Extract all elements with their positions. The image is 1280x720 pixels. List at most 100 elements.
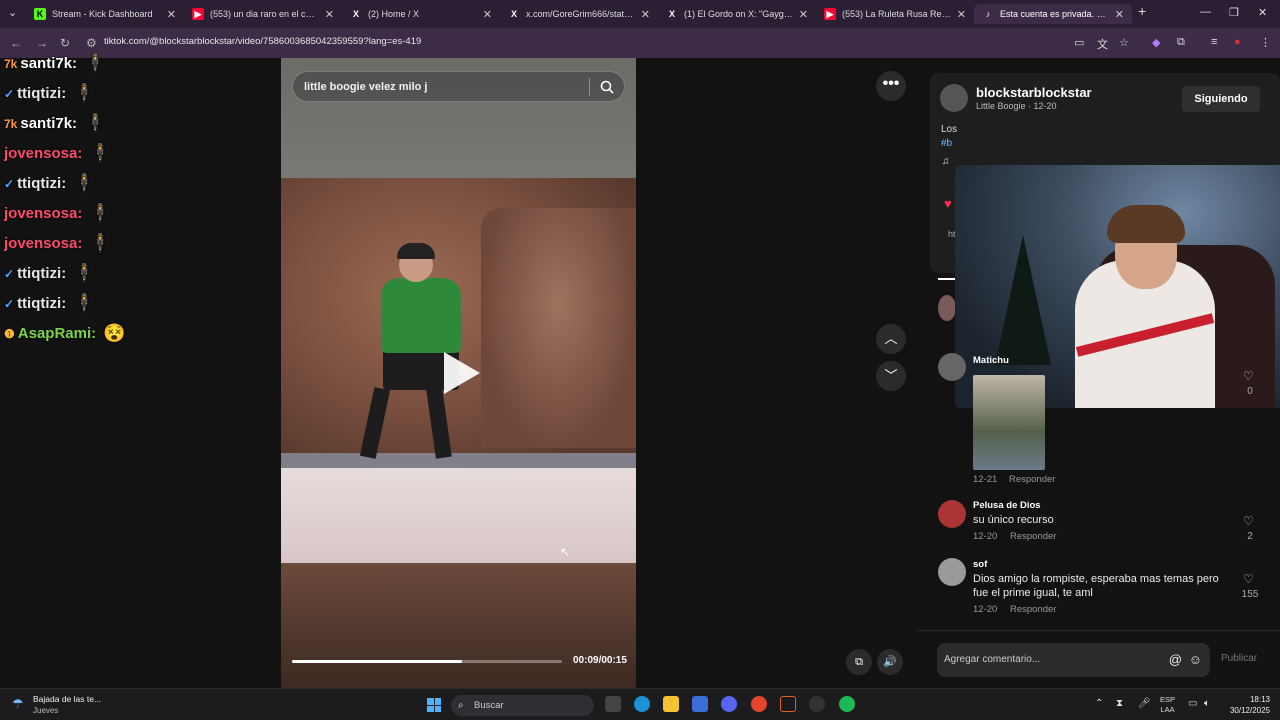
- author-avatar[interactable]: [940, 84, 968, 112]
- edge-icon[interactable]: [634, 696, 650, 712]
- pip-icon[interactable]: ⧉: [846, 649, 872, 675]
- extensions-puzzle-icon[interactable]: ⧉: [1177, 36, 1185, 49]
- more-options-button[interactable]: •••: [876, 71, 906, 101]
- reply-button[interactable]: Responder: [1010, 604, 1056, 615]
- publish-button[interactable]: Publicar: [1221, 653, 1257, 664]
- close-tab-icon[interactable]: ✕: [641, 8, 650, 21]
- microphone-icon[interactable]: 🎤︎: [1138, 698, 1151, 709]
- chat-username[interactable]: jovensosa:: [4, 205, 82, 222]
- video-search-input[interactable]: little boogie velez milo j: [292, 71, 625, 102]
- app-icon[interactable]: [780, 696, 796, 712]
- taskbar-clock[interactable]: 18:13 30/12/2025: [1224, 694, 1270, 716]
- chat-username[interactable]: jovensosa:: [4, 145, 82, 162]
- weather-icon[interactable]: ☂: [12, 696, 24, 712]
- task-view-icon[interactable]: [605, 696, 621, 712]
- commenter-name[interactable]: Matichu: [973, 355, 1009, 366]
- volume-icon[interactable]: 🔊: [877, 649, 903, 675]
- chat-emote-icon: 🕴: [89, 233, 112, 253]
- tab-youtube-2[interactable]: ▶ (553) La Ruleta Rusa Real Que ✕: [816, 4, 974, 24]
- forward-icon[interactable]: →: [36, 36, 48, 50]
- commenter-name[interactable]: sof: [973, 559, 987, 570]
- restore-icon[interactable]: ❐: [1229, 6, 1239, 19]
- weather-title[interactable]: Bajada de las te...: [33, 694, 101, 704]
- like-heart-icon[interactable]: ♡: [1243, 369, 1254, 383]
- chrome-icon[interactable]: [751, 696, 767, 712]
- reload-icon[interactable]: ↻: [60, 36, 70, 50]
- new-tab-button[interactable]: +: [1138, 3, 1146, 19]
- video-player[interactable]: little boogie velez milo j 00:09/00:15: [281, 58, 636, 688]
- store-icon[interactable]: [692, 696, 708, 712]
- chat-username[interactable]: santi7k:: [20, 55, 77, 72]
- tiktok-icon: ♪: [985, 9, 991, 19]
- like-heart-icon[interactable]: ♡: [1243, 514, 1254, 528]
- chat-username[interactable]: santi7k:: [20, 115, 77, 132]
- extension-icon[interactable]: ◆: [1152, 36, 1160, 49]
- menu-dots-icon[interactable]: ⋮: [1260, 36, 1271, 49]
- chat-username[interactable]: jovensosa:: [4, 235, 82, 252]
- close-tab-icon[interactable]: ✕: [799, 8, 808, 21]
- video-progress-bar[interactable]: [292, 660, 562, 663]
- chat-username[interactable]: ttiqtizi:: [17, 295, 66, 312]
- commenter-avatar[interactable]: [938, 500, 966, 528]
- commenter-avatar[interactable]: [938, 353, 966, 381]
- tab-youtube-1[interactable]: ▶ (553) un dia raro en el chat - Yo ✕: [184, 4, 342, 24]
- windows-taskbar: ☂ Bajada de las te... Jueves ⌕ Buscar ⌃ …: [0, 688, 1280, 720]
- translate-icon[interactable]: 文: [1097, 36, 1108, 52]
- music-icon[interactable]: ♫: [942, 156, 950, 167]
- following-button[interactable]: Siguiendo: [1182, 86, 1260, 112]
- commenter-avatar[interactable]: [938, 295, 956, 321]
- mention-icon[interactable]: @: [1169, 643, 1182, 677]
- chat-username[interactable]: ttiqtizi:: [17, 175, 66, 192]
- tab-tiktok[interactable]: ♪ Esta cuenta es privada. Sigue e ✕: [974, 4, 1132, 24]
- bookmark-star-icon[interactable]: ☆: [1119, 36, 1129, 49]
- commenter-name[interactable]: Pelusa de Dios: [973, 500, 1041, 511]
- close-tab-icon[interactable]: ✕: [1115, 8, 1124, 21]
- tab-x-status[interactable]: X x.com/GoreGrim666/status/20 ✕: [500, 4, 658, 24]
- search-icon[interactable]: [600, 80, 614, 94]
- close-tab-icon[interactable]: ✕: [957, 8, 966, 21]
- close-tab-icon[interactable]: ✕: [483, 8, 492, 21]
- chat-username[interactable]: AsapRami:: [18, 325, 96, 342]
- taskbar-search-input[interactable]: ⌕ Buscar: [451, 695, 594, 716]
- media-control-icon[interactable]: ≡: [1211, 36, 1217, 48]
- close-tab-icon[interactable]: ✕: [325, 8, 334, 21]
- previous-video-button[interactable]: ︿: [876, 324, 906, 354]
- minimize-icon[interactable]: —: [1200, 6, 1211, 18]
- language-indicator[interactable]: ESP LAA: [1160, 695, 1175, 715]
- volume-icon[interactable]: 🔈︎: [1204, 698, 1210, 709]
- chat-username[interactable]: ttiqtizi:: [17, 265, 66, 282]
- emoji-icon[interactable]: ☺: [1189, 643, 1202, 677]
- obs-icon[interactable]: [809, 696, 825, 712]
- cast-icon[interactable]: ▭: [1074, 36, 1084, 49]
- show-hidden-icons-icon[interactable]: ⌃: [1095, 698, 1103, 709]
- back-icon[interactable]: ←: [10, 36, 22, 50]
- display-icon[interactable]: ▭: [1188, 698, 1197, 709]
- post-hashtag[interactable]: #b: [941, 138, 952, 149]
- windows-start-icon[interactable]: [427, 698, 441, 712]
- comment-input[interactable]: Agregar comentario... @ ☺: [937, 643, 1210, 677]
- author-name[interactable]: blockstarblockstar: [976, 85, 1092, 100]
- heart-icon[interactable]: ♥: [944, 196, 952, 211]
- close-tab-icon[interactable]: ✕: [167, 8, 176, 21]
- tab-x-home[interactable]: X (2) Home / X ✕: [342, 4, 500, 24]
- reply-button[interactable]: Responder: [1010, 531, 1056, 542]
- like-heart-icon[interactable]: ♡: [1243, 572, 1254, 586]
- tab-search-icon[interactable]: ⌄: [8, 6, 17, 19]
- discord-icon[interactable]: [721, 696, 737, 712]
- commenter-avatar[interactable]: [938, 558, 966, 586]
- file-explorer-icon[interactable]: [663, 696, 679, 712]
- profile-avatar[interactable]: ●: [1234, 36, 1241, 48]
- comment-image[interactable]: [973, 375, 1045, 470]
- url-field[interactable]: tiktok.com/@blockstarblockstar/video/758…: [104, 36, 421, 47]
- network-icon[interactable]: ⧗: [1116, 698, 1123, 709]
- reply-button[interactable]: Responder: [1009, 474, 1055, 485]
- close-window-icon[interactable]: ✕: [1258, 6, 1267, 19]
- site-info-icon[interactable]: ⚙: [86, 36, 97, 50]
- chat-username[interactable]: ttiqtizi:: [17, 85, 66, 102]
- next-video-button[interactable]: ﹀: [876, 361, 906, 391]
- tab-x-gordo[interactable]: X (1) El Gordo on X: "Gayge C ✕: [658, 4, 816, 24]
- play-icon[interactable]: [444, 352, 480, 394]
- tab-kick-dashboard[interactable]: K Stream - Kick Dashboard ✕: [26, 4, 184, 24]
- spotify-icon[interactable]: [839, 696, 855, 712]
- like-count: 0: [1247, 386, 1253, 397]
